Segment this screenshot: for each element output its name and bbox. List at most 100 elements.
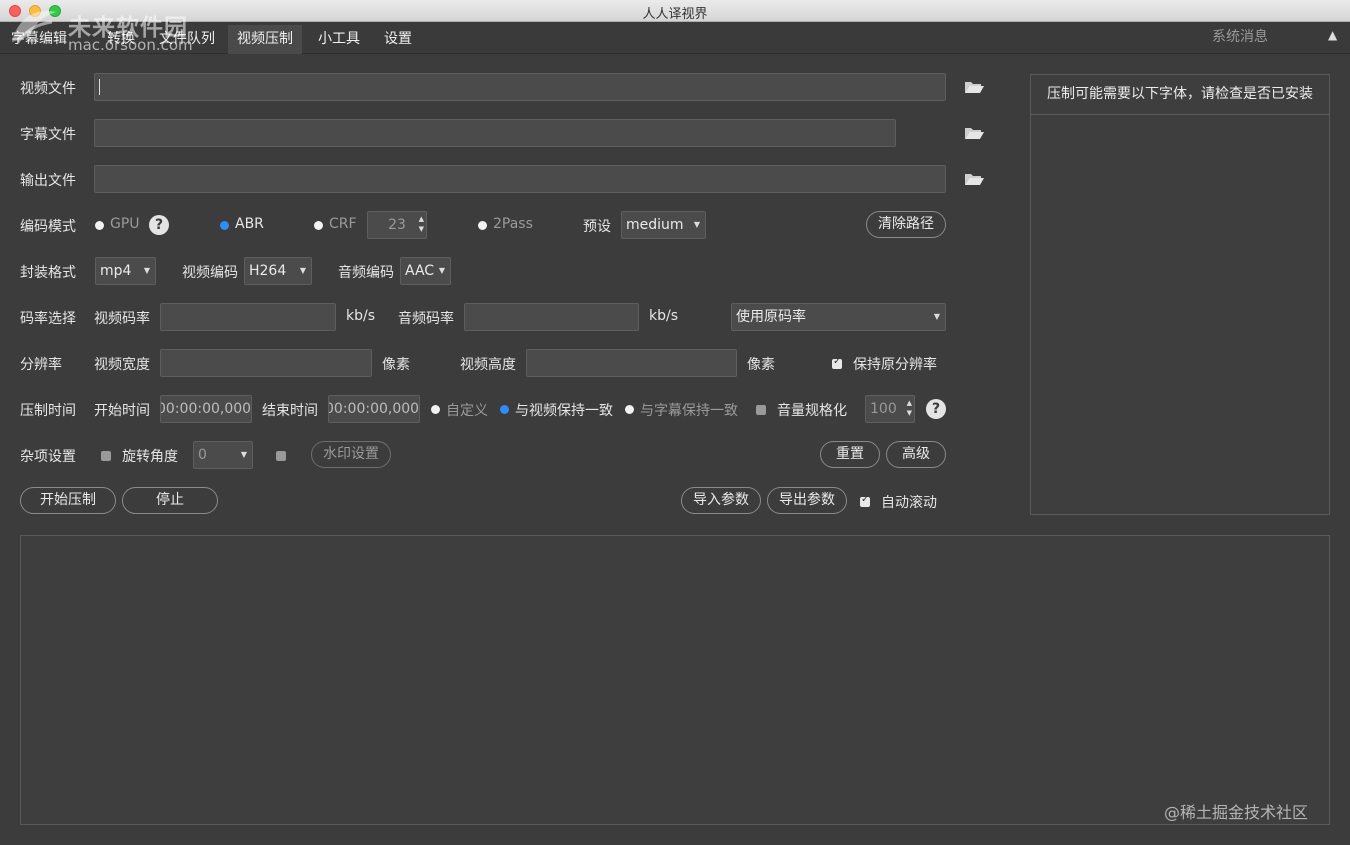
folder-open-icon[interactable] [964, 80, 984, 94]
misc-settings-label: 杂项设置 [20, 449, 76, 465]
twopass-radio[interactable] [478, 221, 487, 230]
normalize-value-stepper[interactable]: 100 ▲ ▼ [865, 395, 915, 423]
dropdown-arrow-icon: ▼ [693, 220, 700, 229]
video-height-unit: 像素 [747, 357, 775, 373]
subtitle-file-label: 字幕文件 [20, 127, 76, 143]
preset-label: 预设 [583, 219, 611, 235]
output-file-label: 输出文件 [20, 173, 76, 189]
custom-time-label: 自定义 [446, 403, 488, 419]
auto-scroll-checkbox[interactable] [860, 494, 870, 507]
start-time-label: 开始时间 [94, 403, 150, 419]
video-bitrate-input[interactable] [160, 303, 336, 331]
video-file-input[interactable] [94, 73, 946, 101]
normalize-volume-checkbox[interactable] [756, 405, 766, 415]
reset-button[interactable]: 重置 [820, 441, 880, 468]
audio-codec-label: 音频编码 [338, 265, 394, 281]
abr-label: ABR [235, 216, 264, 232]
normalize-volume-label: 音量规格化 [777, 403, 847, 419]
tab-bar: 字幕编辑 转换 文件队列 视频压制 小工具 设置 系统消息 ▲ [0, 22, 1350, 54]
abr-radio[interactable] [220, 221, 229, 230]
video-codec-select[interactable]: H264 ▼ [244, 257, 312, 285]
rotate-label: 旋转角度 [122, 449, 178, 465]
container-value: mp4 [100, 263, 132, 279]
video-codec-value: H264 [249, 263, 287, 279]
container-format-label: 封装格式 [20, 265, 76, 281]
folder-open-icon[interactable] [964, 172, 984, 186]
tab-convert[interactable]: 转换 [98, 25, 144, 54]
audio-codec-select[interactable]: AAC ▼ [400, 257, 451, 285]
match-video-radio[interactable] [500, 405, 509, 414]
audio-bitrate-label: 音频码率 [398, 311, 454, 327]
tab-tools[interactable]: 小工具 [309, 25, 369, 54]
dropdown-arrow-icon: ▼ [299, 266, 306, 275]
watermark-checkbox[interactable] [276, 451, 286, 461]
custom-time-radio[interactable] [431, 405, 440, 414]
rotate-checkbox[interactable] [101, 451, 111, 461]
video-height-input[interactable] [526, 349, 737, 377]
chevron-up-icon[interactable]: ▲ [1328, 28, 1337, 42]
audio-bitrate-unit: kb/s [649, 308, 679, 324]
keep-resolution-checkbox[interactable] [832, 356, 842, 369]
audio-codec-value: AAC [405, 263, 435, 279]
crf-value: 23 [388, 217, 406, 233]
font-requirements-panel: 压制可能需要以下字体，请检查是否已安装 [1030, 74, 1330, 515]
rotate-angle-select[interactable]: 0 ▼ [193, 441, 253, 469]
gpu-radio[interactable] [95, 221, 104, 230]
end-time-label: 结束时间 [262, 403, 318, 419]
stop-button[interactable]: 停止 [122, 487, 218, 514]
advanced-button[interactable]: 高级 [886, 441, 946, 468]
help-icon[interactable]: ? [926, 399, 946, 419]
preset-value: medium [626, 217, 684, 233]
start-time-input[interactable]: 00:00:00,000 [160, 395, 252, 423]
resolution-label: 分辨率 [20, 357, 62, 373]
match-subtitle-radio[interactable] [625, 405, 634, 414]
help-icon[interactable]: ? [149, 215, 169, 235]
text-caret [99, 79, 100, 95]
dropdown-arrow-icon: ▼ [240, 450, 247, 459]
tab-settings[interactable]: 设置 [375, 25, 421, 54]
stepper-arrows-icon[interactable]: ▲ ▼ [907, 398, 912, 418]
tab-video-compress[interactable]: 视频压制 [228, 25, 302, 54]
dropdown-arrow-icon: ▼ [143, 266, 150, 275]
export-params-button[interactable]: 导出参数 [767, 487, 847, 514]
normalize-value: 100 [870, 401, 897, 417]
stepper-arrows-icon[interactable]: ▲ ▼ [419, 214, 424, 234]
dropdown-arrow-icon: ▼ [933, 312, 940, 321]
tab-subtitle-edit[interactable]: 字幕编辑 [2, 25, 76, 54]
bitrate-mode-select[interactable]: 使用原码率 ▼ [731, 303, 946, 331]
twopass-label: 2Pass [493, 216, 533, 232]
log-output-area[interactable] [20, 535, 1330, 825]
watermark-settings-button[interactable]: 水印设置 [311, 441, 391, 468]
folder-open-icon[interactable] [964, 126, 984, 140]
video-height-label: 视频高度 [460, 357, 516, 373]
font-requirements-title: 压制可能需要以下字体，请检查是否已安装 [1031, 75, 1329, 115]
video-width-unit: 像素 [382, 357, 410, 373]
match-subtitle-label: 与字幕保持一致 [640, 403, 738, 419]
video-width-input[interactable] [160, 349, 372, 377]
end-time-input[interactable]: 00:00:00,000 [328, 395, 420, 423]
preset-select[interactable]: medium ▼ [621, 211, 706, 239]
video-codec-label: 视频编码 [182, 265, 238, 281]
title-bar: 人人译视界 [0, 0, 1350, 22]
subtitle-file-input[interactable] [94, 119, 896, 147]
start-compress-button[interactable]: 开始压制 [20, 487, 116, 514]
footer-watermark: @稀土掘金技术社区 [1164, 803, 1309, 822]
auto-scroll-label: 自动滚动 [881, 495, 937, 511]
window-title: 人人译视界 [642, 7, 708, 22]
clear-path-button[interactable]: 清除路径 [866, 211, 946, 238]
video-width-label: 视频宽度 [94, 357, 150, 373]
video-bitrate-label: 视频码率 [94, 311, 150, 327]
crf-radio[interactable] [314, 221, 323, 230]
compress-time-label: 压制时间 [20, 403, 76, 419]
container-select[interactable]: mp4 ▼ [95, 257, 156, 285]
import-params-button[interactable]: 导入参数 [681, 487, 761, 514]
output-file-input[interactable] [94, 165, 946, 193]
tab-file-queue[interactable]: 文件队列 [150, 25, 224, 54]
system-messages-label[interactable]: 系统消息 [1212, 26, 1268, 46]
video-bitrate-unit: kb/s [346, 308, 376, 324]
dropdown-arrow-icon: ▼ [438, 266, 445, 275]
match-video-label: 与视频保持一致 [515, 403, 613, 419]
audio-bitrate-input[interactable] [464, 303, 639, 331]
rotate-angle-value: 0 [198, 447, 207, 463]
crf-value-stepper[interactable]: 23 ▲ ▼ [367, 211, 427, 239]
